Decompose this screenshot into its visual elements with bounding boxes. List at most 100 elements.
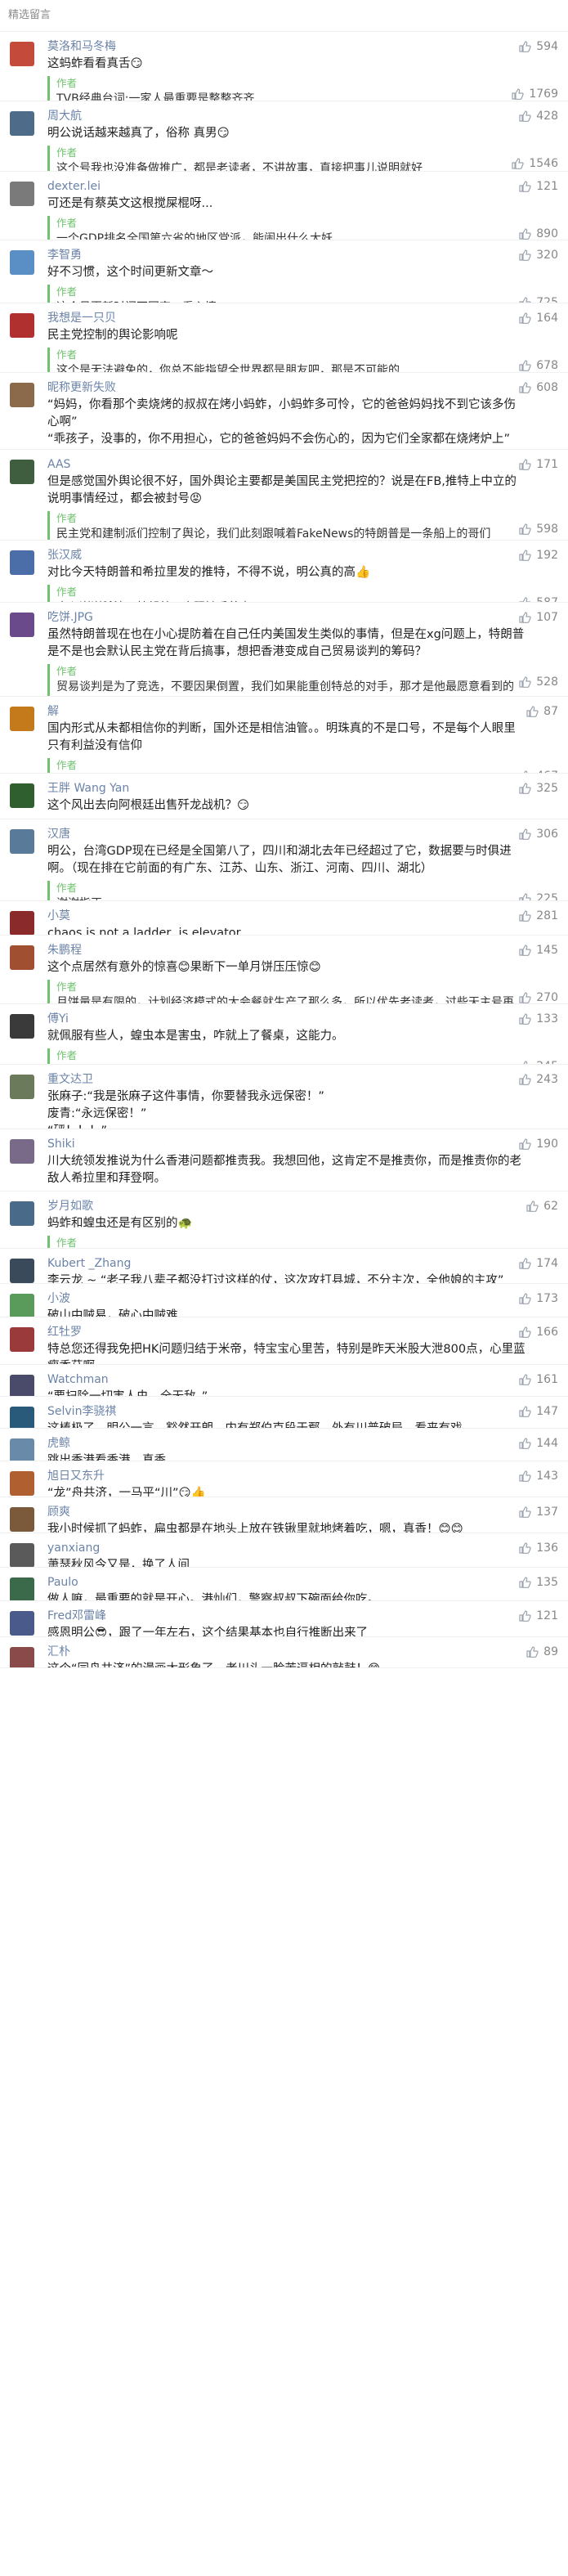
- like-button[interactable]: 121: [518, 178, 558, 195]
- avatar[interactable]: [10, 383, 34, 407]
- comment-author[interactable]: 小波: [47, 1290, 558, 1307]
- avatar[interactable]: [10, 1294, 34, 1317]
- avatar[interactable]: [10, 550, 34, 575]
- like-button[interactable]: 164: [518, 310, 558, 326]
- like-button[interactable]: 136: [518, 1540, 558, 1556]
- avatar[interactable]: [10, 1407, 34, 1428]
- like-button[interactable]: 171: [518, 456, 558, 473]
- comment-author[interactable]: 王胖 Wang Yan: [47, 780, 558, 797]
- like-button[interactable]: 89: [526, 1644, 558, 1660]
- like-button[interactable]: 144: [518, 1435, 558, 1452]
- comment-author[interactable]: 小莫: [47, 908, 558, 924]
- avatar[interactable]: [10, 1471, 34, 1496]
- reply-like-button[interactable]: 225: [518, 891, 558, 900]
- comment-author[interactable]: 昵称更新失败: [47, 379, 558, 396]
- reply-like-button[interactable]: 1546: [511, 155, 558, 171]
- avatar[interactable]: [10, 250, 34, 275]
- like-button[interactable]: 135: [518, 1574, 558, 1591]
- avatar[interactable]: [10, 111, 34, 136]
- like-button[interactable]: 137: [518, 1504, 558, 1520]
- like-button[interactable]: 594: [518, 38, 558, 55]
- comment-author[interactable]: 朱鹏程: [47, 942, 558, 958]
- reply-like-button[interactable]: 725: [518, 294, 558, 303]
- reply-like-button[interactable]: 528: [518, 674, 558, 690]
- avatar[interactable]: [10, 1014, 34, 1039]
- avatar[interactable]: [10, 613, 34, 637]
- comment-author[interactable]: 张汉威: [47, 547, 558, 563]
- reply-like-button[interactable]: 1769: [511, 86, 558, 101]
- comment-author[interactable]: 我想是一只贝: [47, 310, 558, 326]
- comment-author[interactable]: Watchman: [47, 1371, 558, 1388]
- avatar[interactable]: [10, 1201, 34, 1226]
- comment-author[interactable]: dexter.lei: [47, 178, 558, 195]
- avatar[interactable]: [10, 1507, 34, 1532]
- reply-like-button[interactable]: 245: [518, 1058, 558, 1064]
- like-button[interactable]: 174: [518, 1255, 558, 1272]
- avatar[interactable]: [10, 783, 34, 808]
- reply-like-button[interactable]: 890: [518, 226, 558, 240]
- like-button[interactable]: 320: [518, 247, 558, 263]
- comment-author[interactable]: 红牡罗: [47, 1324, 558, 1340]
- avatar[interactable]: [10, 1611, 34, 1636]
- like-button[interactable]: 87: [526, 703, 558, 720]
- like-button[interactable]: 107: [518, 609, 558, 626]
- comment-author[interactable]: 旭日又东升: [47, 1468, 558, 1484]
- avatar[interactable]: [10, 42, 34, 66]
- reply-like-button[interactable]: 270: [518, 990, 558, 1003]
- comment-author[interactable]: 李智勇: [47, 247, 558, 263]
- like-button[interactable]: 143: [518, 1468, 558, 1484]
- avatar[interactable]: [10, 945, 34, 970]
- comment-author[interactable]: Kubert _Zhang: [47, 1255, 558, 1272]
- comment-author[interactable]: Shiki: [47, 1136, 558, 1152]
- like-button[interactable]: 306: [518, 826, 558, 842]
- like-button[interactable]: 133: [518, 1011, 558, 1027]
- like-button[interactable]: 121: [518, 1608, 558, 1624]
- comment-author[interactable]: 顾爽: [47, 1504, 558, 1520]
- avatar[interactable]: [10, 911, 34, 935]
- comment-author[interactable]: AAS: [47, 456, 558, 473]
- comment-author[interactable]: 吃饼.JPG: [47, 609, 558, 626]
- avatar[interactable]: [10, 1075, 34, 1099]
- avatar[interactable]: [10, 1327, 34, 1352]
- comment-author[interactable]: 周大航: [47, 108, 558, 124]
- like-button[interactable]: 325: [518, 780, 558, 797]
- like-button[interactable]: 192: [518, 547, 558, 563]
- comment-author[interactable]: 岁月如歌: [47, 1198, 558, 1214]
- comment-author[interactable]: 傅Yi: [47, 1011, 558, 1027]
- reply-like-button[interactable]: 678: [518, 357, 558, 372]
- comment-author[interactable]: 汇朴: [47, 1644, 558, 1660]
- like-button[interactable]: 281: [518, 908, 558, 924]
- like-button[interactable]: 428: [518, 108, 558, 124]
- avatar[interactable]: [10, 1577, 34, 1600]
- like-button[interactable]: 243: [518, 1071, 558, 1088]
- like-button[interactable]: 166: [518, 1324, 558, 1340]
- avatar[interactable]: [10, 707, 34, 731]
- comment-author[interactable]: Paulo: [47, 1574, 558, 1591]
- like-button[interactable]: 608: [518, 379, 558, 396]
- reply-like-button[interactable]: 598: [518, 521, 558, 537]
- avatar[interactable]: [10, 1375, 34, 1396]
- avatar[interactable]: [10, 313, 34, 338]
- like-button[interactable]: 161: [518, 1371, 558, 1388]
- avatar[interactable]: [10, 1259, 34, 1283]
- like-button[interactable]: 173: [518, 1290, 558, 1307]
- comment-author[interactable]: 解: [47, 703, 558, 720]
- comment-author[interactable]: yanxiang: [47, 1540, 558, 1556]
- avatar[interactable]: [10, 1438, 34, 1461]
- comment-author[interactable]: 重文达卫: [47, 1071, 558, 1088]
- like-button[interactable]: 145: [518, 942, 558, 958]
- comment-author[interactable]: 虎鲸: [47, 1435, 558, 1452]
- avatar[interactable]: [10, 829, 34, 854]
- avatar[interactable]: [10, 1647, 34, 1667]
- reply-like-button[interactable]: 467: [518, 768, 558, 773]
- avatar[interactable]: [10, 1139, 34, 1164]
- avatar[interactable]: [10, 460, 34, 484]
- comment-author[interactable]: 汉唐: [47, 826, 558, 842]
- like-button[interactable]: 62: [526, 1198, 558, 1214]
- comment-author[interactable]: 莫洛和马冬梅: [47, 38, 558, 55]
- avatar[interactable]: [10, 1543, 34, 1567]
- comment-author[interactable]: Fred邓雷峰: [47, 1608, 558, 1624]
- reply-like-button[interactable]: 587: [518, 595, 558, 602]
- like-button[interactable]: 190: [518, 1136, 558, 1152]
- comment-author[interactable]: Selvin李骁祺: [47, 1403, 558, 1420]
